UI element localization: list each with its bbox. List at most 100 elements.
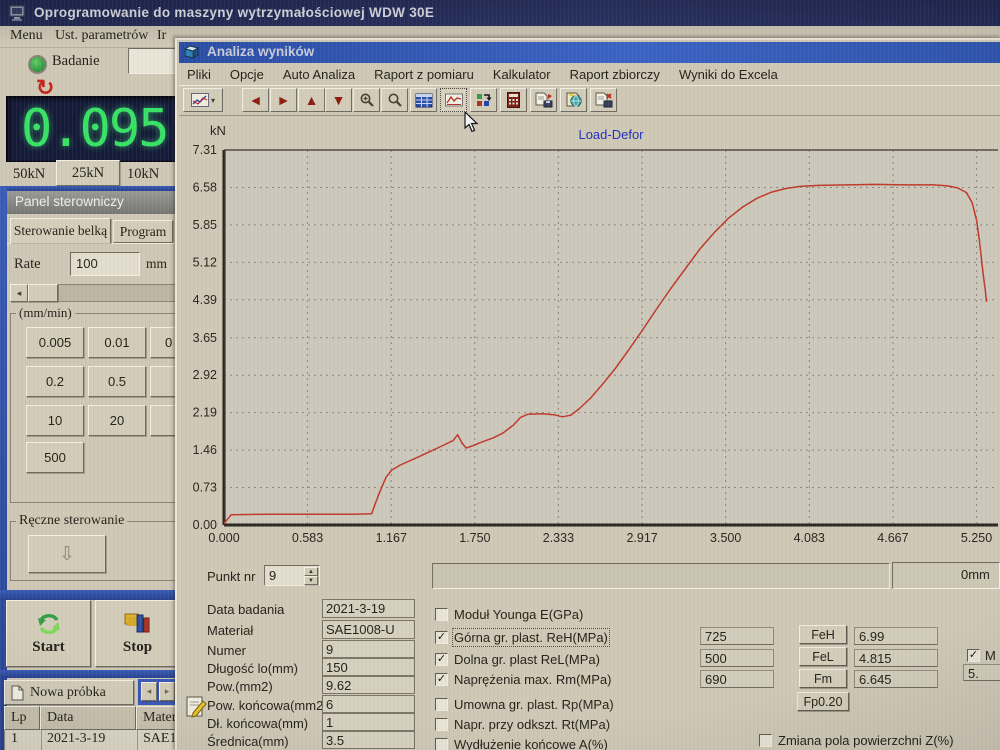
speed-button-02[interactable]: 0.2: [26, 366, 84, 397]
data-table-button[interactable]: [410, 88, 437, 112]
table-header-data[interactable]: Data: [40, 706, 136, 730]
save-report-button[interactable]: [530, 88, 557, 112]
range-10kn[interactable]: 10kN: [127, 166, 159, 183]
speed-button-001[interactable]: 0.01: [88, 327, 146, 358]
field-input-data-badania[interactable]: 2021-3-19: [322, 599, 415, 618]
load-display: 0.095: [6, 96, 180, 162]
field-input-pow-koncowa[interactable]: 6: [322, 695, 415, 713]
checkbox-zmiana-z[interactable]: [759, 734, 772, 747]
checkbox-napr-rt[interactable]: [435, 718, 448, 731]
speed-button-0005[interactable]: 0.005: [26, 327, 84, 358]
curve-report-button[interactable]: [440, 88, 467, 112]
edge-value[interactable]: 5.: [963, 664, 1000, 681]
fel-button[interactable]: FeL: [799, 647, 847, 666]
load-deformation-chart[interactable]: 0.000.731.462.192.923.654.395.125.856.58…: [182, 117, 1000, 562]
checkbox-umowna-rp[interactable]: [435, 698, 448, 711]
table-header-lp[interactable]: Lp: [4, 706, 40, 730]
punkt-nr-spinner[interactable]: 9 ▲ ▼: [264, 565, 320, 586]
point-analysis-icon: [475, 92, 492, 108]
field-label-srednica: Średnica(mm): [207, 734, 289, 749]
calculator-button[interactable]: [500, 88, 527, 112]
field-input-dlugosc[interactable]: 150: [322, 658, 415, 676]
start-button[interactable]: Start: [6, 600, 91, 667]
sample-next-button[interactable]: ▸: [159, 682, 175, 701]
field-value: SAE1008-U: [326, 622, 395, 637]
fp020-button[interactable]: Fp0.20: [797, 692, 849, 711]
field-input-material[interactable]: SAE1008-U: [322, 620, 415, 639]
zoom-in-button[interactable]: [353, 88, 380, 112]
curve-report-icon: [445, 93, 463, 108]
range-25kn[interactable]: 25kN: [56, 160, 120, 186]
menu-opcje[interactable]: Opcje: [230, 67, 264, 82]
feh-button[interactable]: FeH: [799, 625, 847, 644]
pan-down-button[interactable]: ▼: [325, 88, 352, 112]
svg-text:kN: kN: [210, 123, 226, 138]
analysis-titlebar[interactable]: Analiza wyników: [179, 42, 1000, 63]
speed-button-05[interactable]: 0.5: [88, 366, 146, 397]
fel-kn-value[interactable]: 4.815: [854, 649, 938, 667]
table-row[interactable]: 1 2021-3-19 SAE10: [4, 730, 197, 750]
jog-down-button[interactable]: ⇩: [28, 535, 106, 573]
menu-wyniki-do-excela[interactable]: Wyniki do Excela: [679, 67, 778, 82]
export-excel-button[interactable]: [560, 88, 587, 112]
reh-mpa-value[interactable]: 725: [700, 627, 774, 645]
field-value: 3.5: [326, 733, 344, 748]
checkbox-gorna-reh[interactable]: [435, 631, 448, 644]
fm-kn-value[interactable]: 6.645: [854, 670, 938, 688]
field-label-pow-koncowa: Pow. końcowa(mm2: [207, 698, 323, 713]
speed-0005-label: 0.005: [39, 335, 72, 350]
range-50kn[interactable]: 50kN: [13, 166, 45, 183]
zoom-out-button[interactable]: [381, 88, 408, 112]
pan-up-button[interactable]: ▲: [298, 88, 325, 112]
speed-button-10[interactable]: 10: [26, 405, 84, 436]
save-data-button[interactable]: [590, 88, 617, 112]
fp020-label: Fp0.20: [804, 695, 843, 709]
checkbox-dolna-rel[interactable]: [435, 653, 448, 666]
menu-kalkulator[interactable]: Kalkulator: [493, 67, 551, 82]
spinner-up-button[interactable]: ▲: [304, 567, 318, 576]
point-analysis-button[interactable]: [470, 88, 497, 112]
pan-right-button[interactable]: ►: [270, 88, 297, 112]
edit-note-icon[interactable]: [185, 695, 207, 719]
badanie-radio[interactable]: [28, 55, 47, 74]
menu-raport-z-pomiaru[interactable]: Raport z pomiaru: [374, 67, 474, 82]
field-input-numer[interactable]: 9: [322, 640, 415, 658]
panel-sterowniczy-titlebar[interactable]: Panel sterowniczy: [7, 191, 178, 214]
sample-prev-button[interactable]: ◂: [141, 682, 157, 701]
checkbox-label-umowna-rp: Umowna gr. plast. Rp(MPa): [454, 697, 614, 712]
field-input-dl-koncowa[interactable]: 1: [322, 713, 415, 731]
feh-kn-value[interactable]: 6.99: [854, 627, 938, 645]
stop-label: Stop: [123, 639, 152, 656]
checkbox-modul-younga[interactable]: [435, 608, 448, 621]
menu-auto-analiza[interactable]: Auto Analiza: [283, 67, 355, 82]
checkbox-edge[interactable]: [967, 649, 980, 662]
checkbox-naprezenia-rm[interactable]: [435, 673, 448, 686]
value: 5.: [968, 666, 979, 681]
tab-program[interactable]: Program: [113, 220, 173, 243]
rate-scroll-thumb[interactable]: [28, 284, 58, 302]
checkbox-wydluzenie-a[interactable]: [435, 738, 448, 750]
rel-mpa-value[interactable]: 500: [700, 649, 774, 667]
speed-button-500[interactable]: 500: [26, 442, 84, 473]
rate-unit: mm: [146, 256, 167, 272]
fm-button[interactable]: Fm: [799, 669, 847, 688]
chart-type-button[interactable]: ▾: [183, 88, 223, 112]
spinner-down-button[interactable]: ▼: [304, 576, 318, 585]
speed-20-label: 20: [110, 413, 124, 428]
speed-button-20[interactable]: 20: [88, 405, 146, 436]
menu-pliki[interactable]: Pliki: [187, 67, 211, 82]
rm-mpa-value[interactable]: 690: [700, 670, 774, 688]
pan-left-button[interactable]: ◄: [242, 88, 269, 112]
tab-sterowanie-belka[interactable]: Sterowanie belką: [10, 218, 111, 243]
menu-item-menu[interactable]: Menu: [10, 28, 43, 44]
new-sample-button[interactable]: Nowa próbka: [4, 680, 134, 705]
stop-button[interactable]: Stop: [95, 600, 180, 667]
menu-item-ir[interactable]: Ir: [157, 28, 166, 44]
field-input-srednica[interactable]: 3.5: [322, 731, 415, 749]
field-input-pow[interactable]: 9.62: [322, 676, 415, 694]
rate-scroll-track[interactable]: [58, 284, 178, 302]
menu-raport-zbiorczy[interactable]: Raport zbiorczy: [570, 67, 660, 82]
rate-input[interactable]: 100: [70, 252, 140, 276]
menu-item-ust-parametrow[interactable]: Ust. parametrów: [55, 28, 148, 44]
rate-scroll-left-button[interactable]: ◂: [10, 284, 28, 302]
